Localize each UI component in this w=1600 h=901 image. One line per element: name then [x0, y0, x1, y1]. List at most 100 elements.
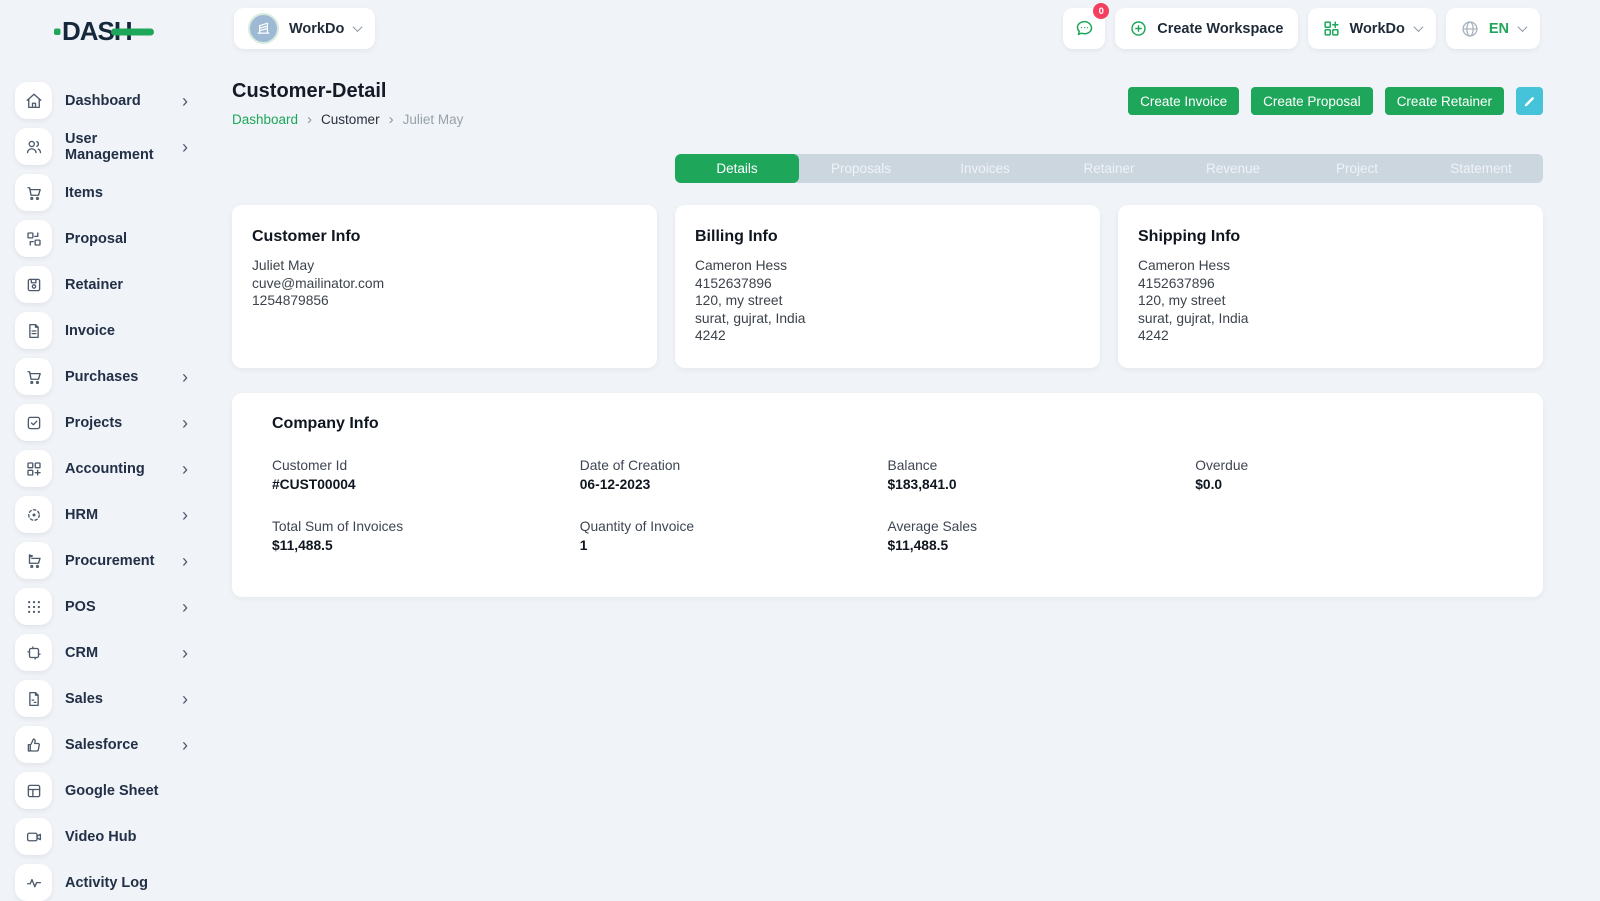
page-actions: Create Invoice Create Proposal Create Re… — [1128, 87, 1543, 115]
billing-city: surat, gujrat, India — [695, 310, 1080, 328]
workspace-selector[interactable]: WorkDo — [234, 8, 375, 49]
sidebar-item-purchases[interactable]: Purchases › — [0, 358, 212, 395]
puzzle-icon — [15, 634, 52, 671]
tab-revenue[interactable]: Revenue — [1171, 154, 1295, 183]
workspace-name: WorkDo — [289, 21, 344, 37]
floppy-icon — [15, 266, 52, 303]
create-workspace-label: Create Workspace — [1157, 21, 1283, 37]
edit-customer-button[interactable] — [1516, 87, 1543, 115]
create-retainer-button[interactable]: Create Retainer — [1385, 87, 1504, 115]
sidebar-item-label: HRM — [65, 507, 98, 523]
card-title: Company Info — [272, 415, 1503, 433]
sidebar-item-video-hub[interactable]: Video Hub — [0, 818, 212, 855]
breadcrumb-current: Juliet May — [403, 112, 464, 127]
file-icon — [15, 680, 52, 717]
sidebar-item-salesforce[interactable]: Salesforce › — [0, 726, 212, 763]
detail-tabs: Details Proposals Invoices Retainer Reve… — [675, 154, 1543, 183]
dash-logo[interactable]: DASH — [54, 13, 156, 49]
tab-statement[interactable]: Statement — [1419, 154, 1543, 183]
sidebar-item-sales[interactable]: Sales › — [0, 680, 212, 717]
sidebar-item-google-sheet[interactable]: Google Sheet — [0, 772, 212, 809]
chevron-right-icon: › — [182, 368, 188, 386]
language-selector[interactable]: EN — [1446, 8, 1540, 49]
chevron-right-icon: › — [182, 690, 188, 708]
sidebar-item-label: Retainer — [65, 277, 123, 293]
chevron-down-icon — [353, 22, 363, 32]
cart-icon — [15, 358, 52, 395]
company-info-card: Company Info Customer Id #CUST00004 Date… — [232, 393, 1543, 597]
sidebar: DASH Dashboard › User Management › Items — [0, 0, 212, 900]
tab-project[interactable]: Project — [1295, 154, 1419, 183]
chevron-right-icon: › — [182, 460, 188, 478]
field-quantity-of-invoice: Quantity of Invoice 1 — [580, 519, 888, 553]
sidebar-item-procurement[interactable]: Procurement › — [0, 542, 212, 579]
target-dots-icon — [15, 496, 52, 533]
field-value: $183,841.0 — [888, 477, 1196, 492]
billing-name: Cameron Hess — [695, 257, 1080, 275]
sidebar-item-label: Projects — [65, 415, 122, 431]
field-value: 06-12-2023 — [580, 477, 888, 492]
sidebar-item-activity-log[interactable]: Activity Log — [0, 864, 212, 901]
customer-info-card: Customer Info Juliet May cuve@mailinator… — [232, 205, 657, 368]
billing-zip: 4242 — [695, 327, 1080, 345]
sidebar-item-accounting[interactable]: Accounting › — [0, 450, 212, 487]
chevron-right-icon: › — [182, 92, 188, 110]
tab-proposals[interactable]: Proposals — [799, 154, 923, 183]
messenger-button[interactable]: 0 — [1063, 8, 1105, 49]
billing-phone: 4152637896 — [695, 275, 1080, 293]
shipping-street: 120, my street — [1138, 292, 1523, 310]
create-invoice-button[interactable]: Create Invoice — [1128, 87, 1239, 115]
page-title: Customer-Detail — [232, 80, 463, 103]
activity-icon — [15, 864, 52, 901]
customer-name: Juliet May — [252, 257, 637, 275]
sidebar-item-proposal[interactable]: Proposal — [0, 220, 212, 257]
workdo-menu-label: WorkDo — [1350, 21, 1405, 37]
field-label: Total Sum of Invoices — [272, 519, 580, 534]
sidebar-item-label: Video Hub — [65, 829, 136, 845]
sidebar-item-invoice[interactable]: Invoice — [0, 312, 212, 349]
sidebar-item-items[interactable]: Items — [0, 174, 212, 211]
chevron-right-icon: › — [182, 736, 188, 754]
main-content: Customer-Detail Dashboard › Customer › J… — [232, 76, 1543, 597]
tab-invoices[interactable]: Invoices — [923, 154, 1047, 183]
sidebar-item-pos[interactable]: POS › — [0, 588, 212, 625]
sidebar-item-label: Items — [65, 185, 103, 201]
tab-details[interactable]: Details — [675, 154, 799, 183]
chevron-right-icon: › — [182, 506, 188, 524]
sidebar-item-crm[interactable]: CRM › — [0, 634, 212, 671]
field-label: Overdue — [1195, 458, 1503, 473]
chevron-right-icon: › — [389, 112, 394, 127]
field-customer-id: Customer Id #CUST00004 — [272, 458, 580, 492]
card-title: Shipping Info — [1138, 228, 1523, 246]
sidebar-item-projects[interactable]: Projects › — [0, 404, 212, 441]
customer-phone: 1254879856 — [252, 292, 637, 310]
workdo-menu-button[interactable]: WorkDo — [1308, 8, 1436, 49]
sidebar-item-user-management[interactable]: User Management › — [0, 128, 212, 165]
sidebar-item-label: POS — [65, 599, 96, 615]
chevron-right-icon: › — [307, 112, 312, 127]
sidebar-item-label: Salesforce — [65, 737, 138, 753]
sidebar-item-label: Purchases — [65, 369, 138, 385]
sidebar-item-dashboard[interactable]: Dashboard › — [0, 82, 212, 119]
checkbox-icon — [15, 404, 52, 441]
field-value: $0.0 — [1195, 477, 1503, 492]
sidebar-item-label: Procurement — [65, 553, 154, 569]
chevron-right-icon: › — [182, 598, 188, 616]
field-value: #CUST00004 — [272, 477, 580, 492]
sidebar-item-label: Sales — [65, 691, 103, 707]
create-proposal-button[interactable]: Create Proposal — [1251, 87, 1373, 115]
thumbs-up-icon — [15, 726, 52, 763]
field-date-of-creation: Date of Creation 06-12-2023 — [580, 458, 888, 492]
chevron-right-icon: › — [182, 414, 188, 432]
sidebar-item-label: Dashboard — [65, 93, 141, 109]
create-workspace-button[interactable]: Create Workspace — [1115, 8, 1297, 49]
sidebar-item-hrm[interactable]: HRM › — [0, 496, 212, 533]
breadcrumb-dashboard[interactable]: Dashboard — [232, 112, 298, 127]
breadcrumb-customer[interactable]: Customer — [321, 112, 380, 127]
sidebar-item-retainer[interactable]: Retainer — [0, 266, 212, 303]
breadcrumb: Dashboard › Customer › Juliet May — [232, 112, 463, 127]
chat-icon — [1074, 18, 1095, 39]
tab-retainer[interactable]: Retainer — [1047, 154, 1171, 183]
grid-plus-icon — [15, 450, 52, 487]
chevron-right-icon: › — [182, 644, 188, 662]
